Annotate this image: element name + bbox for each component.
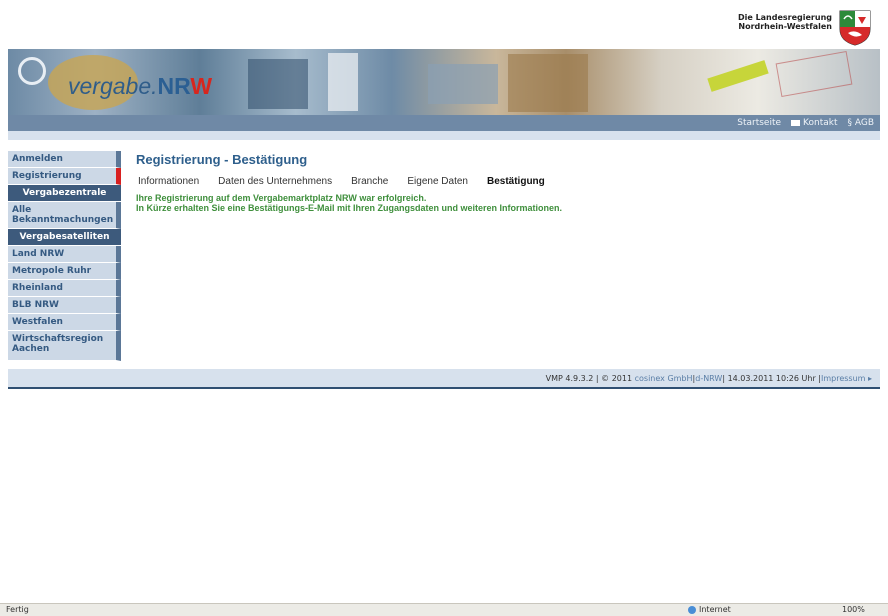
logo-prefix: vergabe. — [68, 73, 158, 99]
mail-icon — [791, 119, 801, 126]
sidebar-item-westfalen[interactable]: Westfalen — [8, 314, 121, 331]
registration-steps: Informationen Daten des Unternehmens Bra… — [138, 176, 866, 187]
success-message-line-1: Ihre Registrierung auf dem Vergabemarktp… — [136, 193, 427, 203]
footer-cosinex-link[interactable]: cosinex GmbH — [635, 374, 693, 383]
success-message: Ihre Registrierung auf dem Vergabemarktp… — [136, 193, 866, 213]
header-banner-image: vergabe.NRW — [8, 49, 880, 115]
sidebar-item-metropole-ruhr[interactable]: Metropole Ruhr — [8, 263, 121, 280]
logo-nr: NR — [157, 73, 191, 99]
sidebar-item-blb-nrw[interactable]: BLB NRW — [8, 297, 121, 314]
footer-bar: VMP 4.9.3.2 | © 2011 cosinex GmbH | d-NR… — [8, 369, 880, 389]
nrw-crest-icon — [839, 10, 871, 46]
success-message-line-2: In Kürze erhalten Sie eine Bestätigungs-… — [136, 203, 563, 213]
sub-header-bar — [8, 131, 880, 140]
footer-version: VMP 4.9.3.2 | © 2011 — [545, 373, 633, 383]
status-text: Fertig — [6, 605, 29, 614]
kontakt-link[interactable]: Kontakt — [791, 118, 837, 128]
top-navigation: Startseite Kontakt § AGB — [8, 115, 880, 131]
vergabe-nrw-logo[interactable]: vergabe.NRW — [68, 73, 212, 100]
page-title: Registrierung - Bestätigung — [136, 152, 308, 167]
startseite-link[interactable]: Startseite — [737, 118, 781, 128]
sidebar-header-vergabezentrale: Vergabezentrale — [8, 185, 121, 202]
footer-dnrw-link[interactable]: d-NRW — [695, 374, 722, 383]
sidebar: Anmelden Registrierung Vergabezentrale A… — [8, 151, 121, 361]
zoom-level[interactable]: 100% — [842, 605, 865, 614]
sidebar-item-registrierung[interactable]: Registrierung — [8, 168, 121, 185]
main-content: Registrierung - Bestätigung Informatione… — [136, 152, 866, 213]
zone-label: Internet — [699, 605, 731, 614]
step-daten-des-unternehmens: Daten des Unternehmens — [218, 176, 333, 187]
step-bestaetigung: Bestätigung — [486, 176, 545, 187]
footer-impressum-link[interactable]: Impressum — [821, 374, 865, 383]
sidebar-item-wirtschaftsregion-aachen[interactable]: Wirtschaftsregion Aachen — [8, 331, 121, 361]
step-branche: Branche — [351, 176, 389, 187]
logo-w: W — [190, 73, 213, 99]
sidebar-item-alle-bekanntmachungen[interactable]: Alle Bekanntmachungen — [8, 202, 121, 229]
page-content: Die Landesregierung Nordrhein-Westfalen … — [8, 7, 880, 391]
security-zone: Internet — [688, 605, 731, 614]
step-eigene-daten: Eigene Daten — [407, 176, 468, 187]
sidebar-item-rheinland[interactable]: Rheinland — [8, 280, 121, 297]
sidebar-item-land-nrw[interactable]: Land NRW — [8, 246, 121, 263]
kontakt-label: Kontakt — [803, 118, 838, 128]
agb-link[interactable]: § AGB — [847, 118, 874, 128]
browser-status-bar: Fertig Internet 100% — [0, 603, 888, 616]
step-informationen: Informationen — [138, 176, 200, 187]
globe-icon — [688, 605, 696, 614]
government-line-2: Nordrhein-Westfalen — [738, 22, 832, 31]
government-title: Die Landesregierung Nordrhein-Westfalen — [738, 13, 832, 31]
government-header: Die Landesregierung Nordrhein-Westfalen — [8, 7, 880, 49]
government-line-1: Die Landesregierung — [737, 13, 832, 22]
footer-datetime: | 14.03.2011 10:26 Uhr | — [722, 373, 821, 383]
sidebar-header-vergabesatelliten: Vergabesatelliten — [8, 229, 121, 246]
sidebar-item-anmelden[interactable]: Anmelden — [8, 151, 121, 168]
footer-arrow-icon[interactable]: ▸ — [868, 374, 872, 383]
